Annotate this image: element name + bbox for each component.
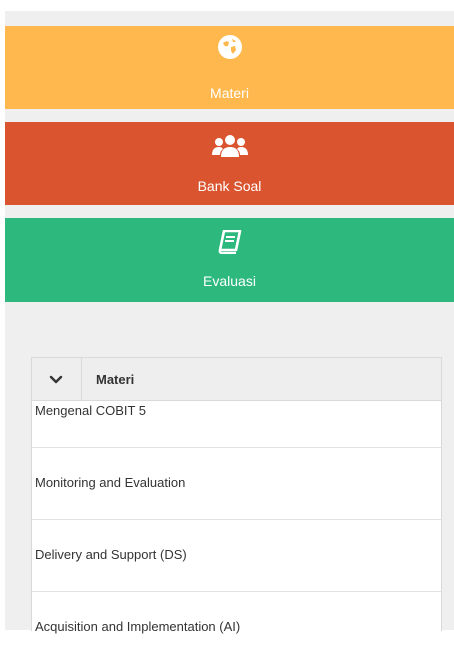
- materi-table: Materi Mengenal COBIT 5 Monitoring and E…: [31, 357, 442, 634]
- evaluasi-tile[interactable]: Evaluasi: [5, 218, 454, 302]
- materi-label: Materi: [210, 85, 249, 101]
- table-row[interactable]: Delivery and Support (DS): [32, 520, 441, 592]
- users-icon: [211, 133, 248, 164]
- row-label: Acquisition and Implementation (AI): [35, 619, 241, 634]
- bank-soal-label: Bank Soal: [197, 178, 262, 194]
- table-row[interactable]: Monitoring and Evaluation: [32, 448, 441, 520]
- globe-icon: [217, 34, 243, 65]
- table-header-title: Materi: [96, 372, 135, 387]
- row-label: Delivery and Support (DS): [35, 547, 187, 562]
- table-row[interactable]: Acquisition and Implementation (AI): [32, 592, 441, 652]
- book-icon: [218, 229, 242, 259]
- table-header: Materi: [32, 358, 441, 401]
- row-label: Mengenal COBIT 5: [35, 403, 147, 418]
- chevron-down-icon: [49, 375, 63, 384]
- row-label: Monitoring and Evaluation: [35, 475, 186, 490]
- table-row[interactable]: Mengenal COBIT 5: [32, 401, 441, 448]
- collapse-toggle[interactable]: [32, 358, 82, 400]
- bank-soal-tile[interactable]: Bank Soal: [5, 122, 454, 205]
- materi-tile[interactable]: Materi: [5, 26, 454, 109]
- evaluasi-label: Evaluasi: [203, 273, 256, 289]
